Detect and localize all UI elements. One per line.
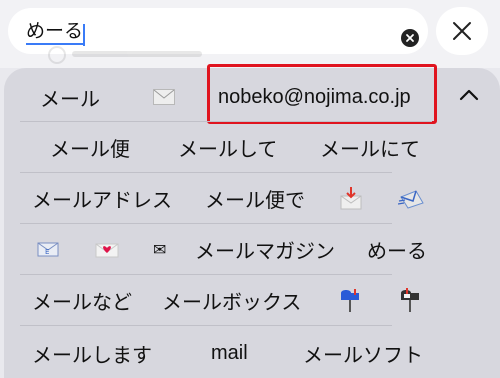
- candidate-item[interactable]: メール便で: [205, 173, 305, 223]
- placeholder-ghost: [48, 45, 208, 64]
- envelope-with-arrow-icon[interactable]: [338, 173, 364, 223]
- e-mail-icon[interactable]: E: [36, 224, 60, 274]
- candidate-item[interactable]: メールマガジン: [195, 224, 335, 274]
- highlight-box: [207, 64, 437, 124]
- candidate-item[interactable]: メールアドレス: [32, 173, 172, 223]
- envelope-icon[interactable]: [153, 72, 175, 122]
- candidate-item[interactable]: メールして: [178, 122, 277, 172]
- keyboard-candidate-screen: めーる メール nobeko@nojima.co.jp メール便 メールして メ…: [0, 0, 500, 378]
- candidate-item[interactable]: めーる: [367, 224, 427, 274]
- clear-text-icon[interactable]: [401, 29, 419, 47]
- search-bar: めーる: [0, 0, 500, 68]
- search-input-text: めーる: [26, 18, 84, 45]
- candidate-item[interactable]: メールにて: [320, 122, 420, 172]
- candidate-item[interactable]: メールなど: [32, 275, 132, 325]
- candidate-item[interactable]: メールします: [32, 328, 152, 378]
- small-envelope-icon[interactable]: ✉: [153, 224, 166, 274]
- search-input[interactable]: めーる: [8, 8, 428, 64]
- candidate-row: メールアドレス メール便で: [20, 173, 424, 223]
- composing-text: めーる: [26, 20, 84, 45]
- candidate-row: メール便 メールして メールにて: [20, 122, 420, 172]
- candidate-item[interactable]: メールソフト: [303, 328, 423, 378]
- candidate-item[interactable]: メールボックス: [162, 275, 301, 325]
- mailbox-open-icon[interactable]: [398, 275, 422, 325]
- candidate-row: メールします mail メールソフト: [20, 328, 423, 378]
- love-letter-icon[interactable]: [94, 224, 120, 274]
- mailbox-closed-icon[interactable]: [338, 275, 362, 325]
- chevron-up-icon[interactable]: [458, 84, 480, 106]
- candidate-row: メールなど メールボックス: [20, 275, 419, 325]
- incoming-envelope-icon[interactable]: [398, 173, 426, 223]
- divider: [20, 325, 392, 326]
- candidate-item[interactable]: メール: [40, 72, 100, 122]
- close-icon[interactable]: [436, 7, 488, 55]
- candidate-item[interactable]: メール便: [50, 122, 130, 172]
- svg-text:E: E: [45, 248, 49, 256]
- candidate-item[interactable]: mail: [211, 328, 248, 378]
- candidate-row: E ✉ メールマガジン めーる: [20, 224, 427, 274]
- text-cursor: [83, 24, 85, 46]
